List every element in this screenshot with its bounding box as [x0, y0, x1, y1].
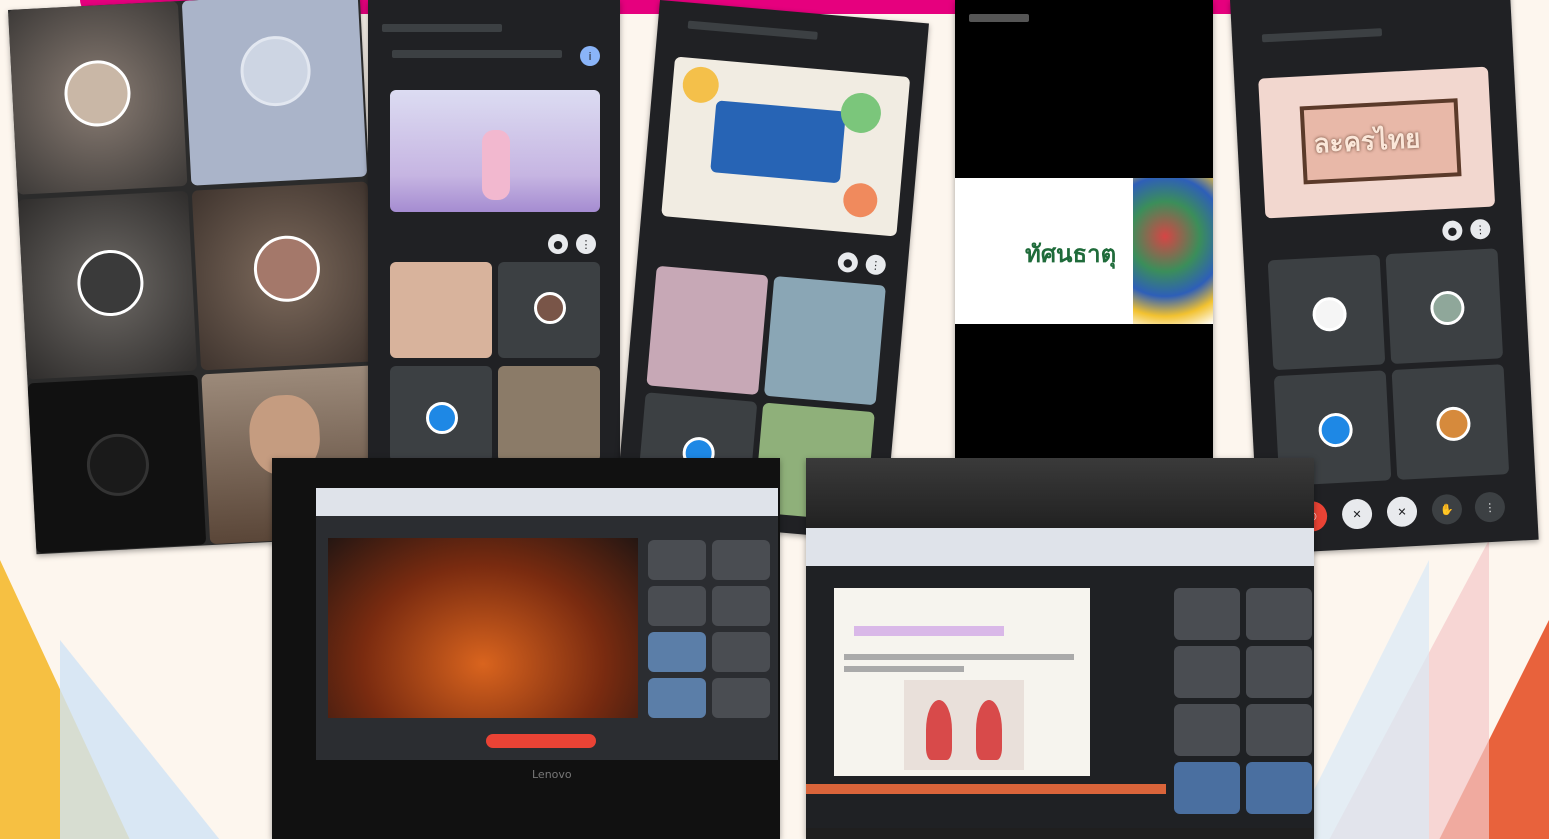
- header-bar: [1261, 28, 1383, 43]
- participant-tile: [648, 540, 706, 580]
- browser-bar: [316, 488, 778, 516]
- participant-tile: [1246, 588, 1312, 640]
- presenter: [482, 130, 510, 200]
- participant-tile: [390, 366, 492, 462]
- avatar: [426, 402, 458, 434]
- avatar: [1317, 412, 1354, 448]
- participant-tile: [181, 0, 368, 186]
- participant-tile: [648, 632, 706, 672]
- participant-tile: [712, 632, 770, 672]
- mic-icon[interactable]: ●: [1441, 220, 1463, 242]
- avatar: [1435, 406, 1472, 442]
- participant-tile: [712, 678, 770, 718]
- participant-tile: [27, 374, 207, 554]
- participant-tile: [1174, 646, 1240, 698]
- avatar: [252, 234, 322, 304]
- participant-tile: [498, 262, 600, 358]
- monitor-screen: [806, 528, 1314, 828]
- status-bar: [969, 14, 1029, 22]
- participant-tile: [712, 586, 770, 626]
- info-icon[interactable]: i: [580, 46, 600, 66]
- avatar: [1311, 296, 1348, 333]
- meeting-controls[interactable]: [486, 734, 596, 748]
- dancer-figure: [926, 700, 952, 760]
- shared-slide: [834, 588, 1090, 776]
- slide-card: [710, 100, 846, 184]
- header-bar: [687, 20, 818, 40]
- avatar: [534, 292, 566, 324]
- camera-off-icon[interactable]: ✕: [1386, 495, 1418, 528]
- peacock-art-icon: [1133, 178, 1213, 324]
- decor-flower: [681, 65, 721, 105]
- participant-tile: [1174, 704, 1240, 756]
- more-icon[interactable]: ⋮: [576, 234, 596, 254]
- slide-text-line: [844, 666, 964, 672]
- participant-tile: [191, 181, 377, 371]
- participant-tile: [646, 265, 769, 396]
- mic-off-icon[interactable]: ✕: [1341, 498, 1373, 530]
- screenshot-phone-art-slide: ทัศนธาตุ: [955, 0, 1213, 458]
- more-icon[interactable]: ⋮: [1474, 491, 1506, 523]
- slide-progress-bar: [806, 784, 1166, 794]
- browser-bar: [806, 528, 1314, 566]
- screenshot-phone-meeting-teacher: i ● ⋮: [368, 0, 620, 470]
- participant-tile: [1391, 364, 1510, 480]
- participant-tile: [1174, 588, 1240, 640]
- participant-tile: [390, 262, 492, 358]
- participant-tile: [8, 1, 188, 195]
- participant-tile: [17, 190, 198, 380]
- photo-laptop-dance-meeting: Lenovo: [272, 458, 780, 839]
- participant-tile: [1267, 254, 1386, 371]
- laptop-screen: [316, 488, 778, 760]
- banner-slide: ละครไทย: [1258, 66, 1496, 219]
- shared-slide: [661, 56, 911, 237]
- bg-triangle-blue-left: [60, 640, 220, 839]
- laptop-brand: Lenovo: [532, 768, 572, 781]
- mic-icon[interactable]: ●: [837, 251, 859, 274]
- participant-tile: [1246, 646, 1312, 698]
- participant-tile: [712, 540, 770, 580]
- avatar: [75, 248, 146, 318]
- mic-icon[interactable]: ●: [548, 234, 568, 254]
- stage-performance: [328, 538, 638, 718]
- slide-photo: [904, 680, 1024, 770]
- participant-tile: [1246, 762, 1312, 814]
- participant-tile: [763, 276, 886, 406]
- slide-heading-bar: [854, 626, 1004, 636]
- decor-flower: [841, 181, 879, 219]
- participant-tile: [648, 586, 706, 626]
- photo-monitor-dance-slide: [806, 458, 1314, 839]
- slide-art: ทัศนธาตุ: [955, 178, 1213, 324]
- participant-tile: [1385, 248, 1504, 365]
- banner-title: ละครไทย: [1312, 124, 1422, 160]
- avatar: [238, 34, 313, 108]
- avatar: [85, 432, 151, 498]
- avatar: [62, 58, 133, 129]
- dancer-figure: [976, 700, 1002, 760]
- participant-tile: [498, 366, 600, 462]
- participant-tile: [1174, 762, 1240, 814]
- header-bar: [382, 24, 502, 32]
- avatar: [1429, 290, 1466, 326]
- more-icon[interactable]: ⋮: [1469, 218, 1491, 240]
- more-icon[interactable]: ⋮: [864, 253, 887, 276]
- slide-title: ทัศนธาตุ: [1025, 239, 1117, 268]
- participant-tile: [1246, 704, 1312, 756]
- slide-text-line: [844, 654, 1074, 660]
- decor-flower: [839, 91, 883, 135]
- status-bar: [392, 50, 562, 58]
- participant-tile: [648, 678, 706, 718]
- presenter-video: [390, 90, 600, 212]
- hand-icon[interactable]: ✋: [1431, 493, 1463, 526]
